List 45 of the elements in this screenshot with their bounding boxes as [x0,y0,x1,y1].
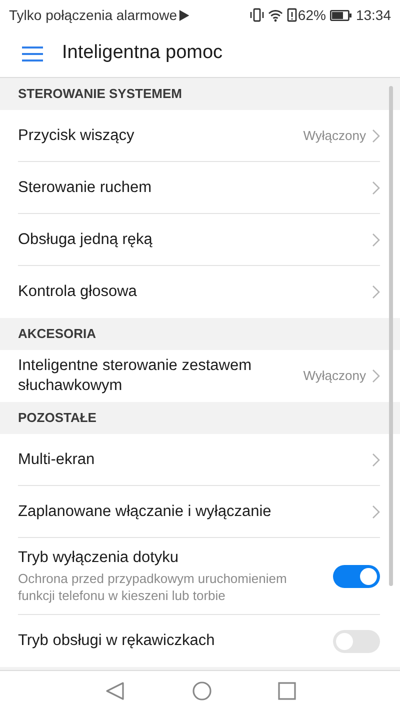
setting-label: Multi-ekran [18,450,96,470]
chevron-icon [372,369,380,383]
chevron-icon [372,128,380,142]
back-button[interactable] [104,681,126,701]
screen-title: Inteligentna pomoc [62,41,223,66]
home-button[interactable] [192,681,212,701]
setting-label: Przycisk wiszący [18,126,136,146]
setting-label: Sterowanie ruchem [18,178,153,198]
section-header: STEROWANIE SYSTEMEM [18,85,182,104]
toggle-switch[interactable] [333,630,380,652]
alert-icon [286,8,297,22]
setting-value: Wyłączony [303,126,366,145]
menu-icon [22,46,42,62]
chevron-icon [372,504,380,518]
battery-level: 62% [298,6,326,24]
setting-label: Obsługa jedną ręką [18,230,154,250]
setting-label: Zaplanowane włączanie i wyłączanie [18,502,272,522]
chevron-icon [372,452,380,466]
section-header: POZOSTAŁE [18,409,96,428]
setting-label: Kontrola głosowa [18,282,138,302]
clock: 13:34 [356,6,391,24]
setting-description: Ochrona przed przypadkowym uruchomieniem funkcji telefonu w kieszeni lub torbie [18,570,288,604]
toggle-switch[interactable] [333,564,380,588]
section-header: AKCESORIA [18,325,96,344]
status-text: Tylko połączenia alarmowe [9,6,178,25]
chevron-icon [372,285,380,299]
vibrate-icon [250,8,264,22]
chevron-icon [372,232,380,246]
setting-row[interactable]: Tryb obsługi w rękawiczkach [18,615,380,667]
setting-value: Wyłączony [303,367,366,386]
menu-item[interactable]: Kontrola głosowa [18,266,380,318]
menu-item[interactable]: Sterowanie ruchem [18,162,380,214]
menu-item[interactable]: Obsługa jedną ręką [18,214,380,266]
play-icon [179,10,190,20]
recents-button[interactable] [278,682,296,700]
chevron-icon [372,180,380,194]
setting-row[interactable]: Tryb wyłączenia dotyku Ochrona przed przypadkowym uruchomieniem funkcji telefonu w kieszeni lub torbie [18,538,380,615]
menu-item[interactable]: Przycisk wiszący Wyłączony [18,110,380,162]
setting-label: Inteligentne sterowanie zestawem słuchawkowym [18,356,252,396]
wifi-icon [268,8,283,22]
menu-item[interactable]: Zaplanowane włączanie i wyłączanie [18,486,380,538]
setting-label: Tryb obsługi w rękawiczkach [18,631,216,651]
battery-icon [330,10,352,20]
setting-label: Tryb wyłączenia dotyku [18,548,180,568]
menu-item[interactable]: Multi-ekran [18,434,380,486]
